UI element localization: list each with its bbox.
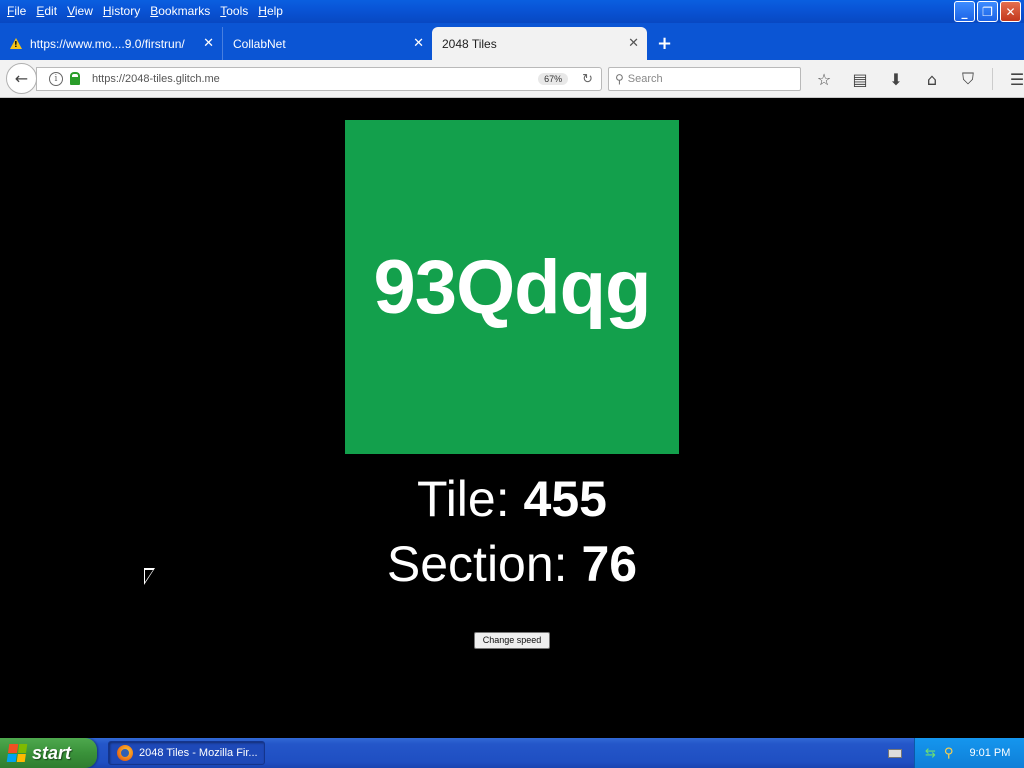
tab-firstrun[interactable]: ! https://www.mo....9.0/firstrun/ ✕ [0, 27, 222, 60]
search-tray-icon[interactable]: ⚲ [944, 746, 954, 761]
menu-tools[interactable]: Tools [215, 0, 253, 23]
zoom-level-badge[interactable]: 67% [538, 73, 569, 85]
taskbar-item-firefox[interactable]: 2048 Tiles - Mozilla Fir... [108, 741, 265, 765]
hamburger-menu-icon[interactable]: ☰ [999, 66, 1024, 92]
firefox-icon [117, 745, 133, 761]
tile-square: 93Qdqg [345, 120, 679, 454]
back-arrow-icon: ← [14, 69, 29, 88]
toolbar-separator [992, 68, 993, 90]
restore-button[interactable]: ❐ [977, 1, 998, 22]
reading-list-icon[interactable]: ▤ [842, 66, 878, 92]
tab-close-icon[interactable]: ✕ [413, 36, 424, 51]
tile-value: 455 [523, 471, 607, 527]
network-icon[interactable]: ⇆ [925, 746, 936, 761]
tab-close-icon[interactable]: ✕ [203, 36, 214, 51]
desktop-screen: File Edit View History Bookmarks Tools H… [0, 0, 1024, 768]
menu-file[interactable]: File [2, 0, 31, 23]
taskbar: start 2048 Tiles - Mozilla Fir... ⇆ ⚲ 9:… [0, 738, 1024, 768]
url-text[interactable]: https://2048-tiles.glitch.me [92, 73, 538, 85]
tab-close-icon[interactable]: ✕ [628, 36, 639, 51]
menu-history[interactable]: History [98, 0, 145, 23]
new-tab-button[interactable]: + [657, 27, 672, 60]
url-bar[interactable]: i https://2048-tiles.glitch.me 67% ↻ [36, 67, 602, 91]
minimize-button[interactable]: _ [954, 1, 975, 22]
taskbar-item-label: 2048 Tiles - Mozilla Fir... [139, 747, 258, 759]
windows-logo-icon [6, 744, 28, 762]
system-tray: ⇆ ⚲ 9:01 PM [914, 738, 1024, 768]
menu-help[interactable]: Help [253, 0, 288, 23]
reload-icon[interactable]: ↻ [582, 72, 593, 87]
close-window-button[interactable]: ✕ [1000, 1, 1021, 22]
bookmark-star-icon[interactable]: ☆ [806, 66, 842, 92]
info-icon[interactable]: i [49, 72, 63, 86]
nav-bar: i https://2048-tiles.glitch.me 67% ↻ ← ⚲… [0, 60, 1024, 98]
lock-icon[interactable] [70, 72, 80, 85]
warning-icon: ! [10, 38, 22, 49]
tile-label: Tile: [417, 471, 510, 527]
menu-view[interactable]: View [62, 0, 98, 23]
search-icon: ⚲ [615, 72, 624, 86]
start-button[interactable]: start [0, 738, 97, 768]
tile-code: 93Qdqg [373, 244, 652, 330]
toolbar-icons: ☆ ▤ ⬇ ⌂ ⛉ ☰ [806, 66, 1024, 92]
search-input[interactable]: ⚲ Search [608, 67, 801, 91]
search-placeholder: Search [627, 73, 663, 85]
section-label: Section: [386, 536, 568, 592]
keyboard-icon[interactable] [888, 749, 902, 758]
back-button[interactable]: ← [6, 63, 37, 94]
tab-strip: ! https://www.mo....9.0/firstrun/ ✕ Coll… [0, 23, 1024, 60]
tab-label: 2048 Tiles [442, 36, 497, 51]
page-content: 93Qdqg Tile: 455 Section: 76 Change spee… [0, 98, 1024, 738]
change-speed-button[interactable]: Change speed [474, 632, 550, 649]
home-icon[interactable]: ⌂ [914, 66, 950, 92]
tab-label: CollabNet [233, 36, 286, 51]
mouse-cursor-icon [144, 568, 155, 585]
title-bar: File Edit View History Bookmarks Tools H… [0, 0, 1024, 23]
menu-bookmarks[interactable]: Bookmarks [145, 0, 215, 23]
start-label: start [32, 742, 72, 763]
tab-collabnet[interactable]: CollabNet ✕ [222, 27, 432, 60]
menu-bar: File Edit View History Bookmarks Tools H… [0, 0, 288, 23]
clock[interactable]: 9:01 PM [969, 747, 1010, 759]
tab-2048-tiles[interactable]: 2048 Tiles ✕ [432, 27, 647, 60]
tab-label: https://www.mo....9.0/firstrun/ [30, 36, 185, 51]
section-value: 76 [581, 536, 638, 592]
pocket-icon[interactable]: ⛉ [950, 66, 986, 92]
menu-edit[interactable]: Edit [31, 0, 62, 23]
tile-counter: Tile: 455 [0, 470, 1024, 528]
window-controls: _ ❐ ✕ [954, 1, 1021, 22]
download-icon[interactable]: ⬇ [878, 66, 914, 92]
